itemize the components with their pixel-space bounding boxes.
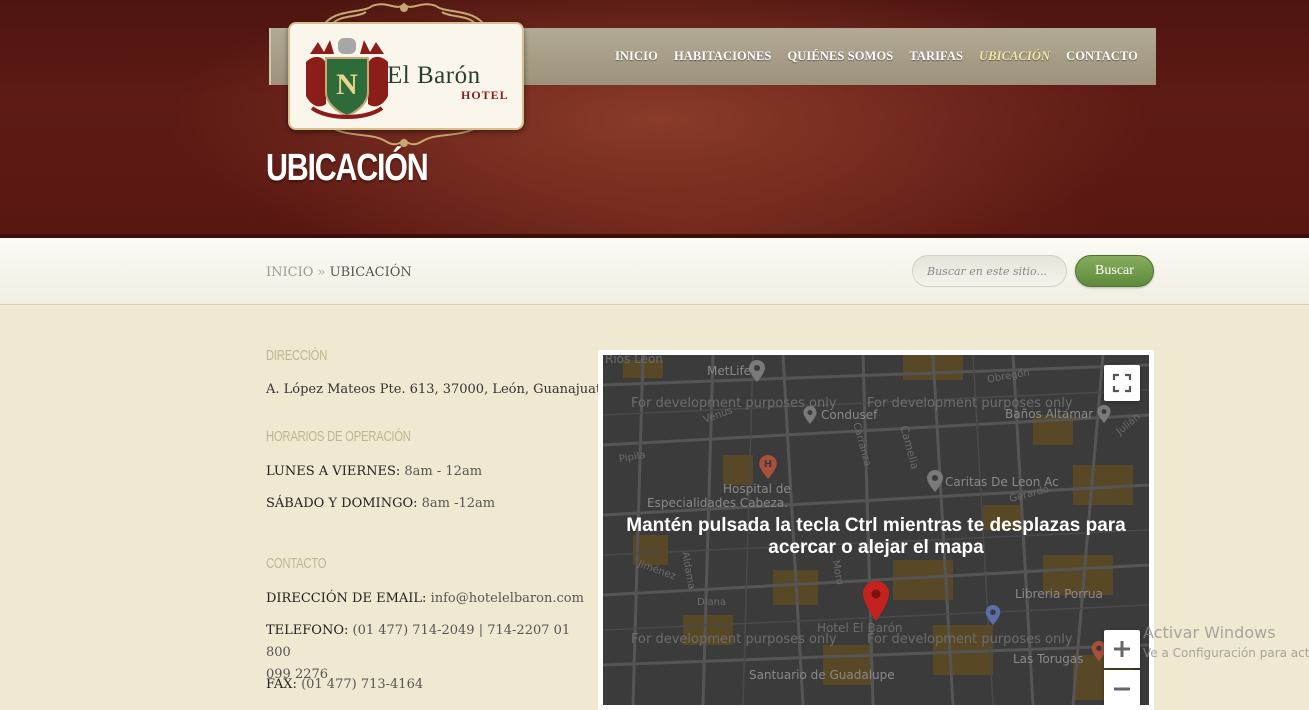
hours-weekday-value: 8am - 12am [404,464,483,479]
zoom-in-button[interactable] [1104,630,1140,668]
address-heading: DIRECCIÓN [266,347,328,364]
map-scroll-hint-line2: acercar o alejar el mapa [768,537,984,558]
logo-subtitle: HOTEL [461,88,509,102]
map-place-libreria: Libreria Porrua [1015,587,1103,601]
contact-heading: CONTACTO [266,555,327,572]
map-dev-watermark: For development purposes only [867,632,1073,647]
nav-item-inicio[interactable]: INICIO [607,49,666,64]
poi-marker-icon[interactable] [927,470,943,492]
hours-weekend: SÁBADO Y DOMINGO: 8am -12am [266,493,495,515]
breadcrumb-bar: INICIO » UBICACIÓN Buscar [0,238,1309,305]
poi-marker-icon[interactable] [1097,405,1111,423]
poi-marker-icon[interactable] [749,360,765,382]
hotel-location-pin-icon[interactable] [863,581,889,621]
map-scroll-hint: Mantén pulsada la tecla Ctrl mientras te… [603,515,1149,559]
nav-item-contacto[interactable]: CONTACTO [1058,49,1146,64]
email-link[interactable]: info@hotelelbaron.com [431,591,584,606]
os-activation-watermark: Activar Windows Ve a Configuración para … [1143,623,1309,660]
map-canvas[interactable]: Ríos Leon MetLife Condusef Baños Altamar… [603,355,1149,705]
map-street-label: Diana [697,597,727,608]
search-button[interactable]: Buscar [1075,255,1154,287]
location-map[interactable]: Ríos Leon MetLife Condusef Baños Altamar… [598,350,1154,710]
breadcrumb-current: UBICACIÓN [329,265,412,280]
contact-fax: FAX: (01 477) 713-4164 [266,674,423,696]
nav-item-quienes-somos[interactable]: QUIÉNES SOMOS [779,49,901,64]
fullscreen-button[interactable] [1104,365,1140,401]
map-place-hospital: Hospital de [723,482,791,496]
hospital-marker-icon[interactable]: H [759,455,777,479]
site-header: INICIO HABITACIONES QUIÉNES SOMOS TARIFA… [0,0,1309,238]
page-title: UBICACIÓN [266,147,429,189]
hours-weekday: LUNES A VIERNES: 8am - 12am [266,461,482,483]
map-street-label: Ríos Leon [605,355,663,366]
crest-icon: N [306,38,388,119]
nav-menu: INICIO HABITACIONES QUIÉNES SOMOS TARIFA… [607,28,1146,85]
os-watermark-subtitle: Ve a Configuración para act [1143,646,1309,660]
nav-item-tarifas[interactable]: TARIFAS [901,49,971,64]
search-input[interactable] [912,255,1067,287]
hours-weekday-label: LUNES A VIERNES: [266,464,401,479]
contact-email: DIRECCIÓN DE EMAIL: info@hotelelbaron.co… [266,588,584,610]
map-place-tortugas: Las Torugas [1013,652,1084,666]
fax-value: (01 477) 713-4164 [301,677,424,692]
fullscreen-icon [1112,373,1132,393]
hours-weekend-value: 8am -12am [421,496,496,511]
fax-label: FAX: [266,677,297,692]
hours-weekend-label: SÁBADO Y DOMINGO: [266,496,418,511]
phone-label: TELEFONO: [266,623,349,638]
breadcrumb: INICIO » UBICACIÓN [266,265,412,280]
breadcrumb-home-link[interactable]: INICIO [266,265,313,280]
logo-name: El Barón [387,62,481,89]
nav-item-ubicacion[interactable]: UBICACIÓN [971,49,1058,64]
plus-icon [1114,641,1130,657]
hours-heading: HORARIOS DE OPERACIÓN [266,428,411,445]
map-place-santuario: Santuario de Guadalupe [749,668,895,682]
map-dev-watermark: For development purposes only [631,632,837,647]
map-scroll-hint-line1: Mantén pulsada la tecla Ctrl mientras te… [626,515,1126,536]
svg-text:H: H [764,459,772,470]
breadcrumb-separator: » [317,265,326,280]
nav-item-habitaciones[interactable]: HABITACIONES [666,49,780,64]
address-text: A. López Mateos Pte. 613, 37000, León, G… [266,382,613,397]
os-watermark-title: Activar Windows [1143,623,1276,642]
crest-letter: N [336,68,358,101]
poi-marker-icon[interactable] [803,406,817,424]
email-label: DIRECCIÓN DE EMAIL: [266,591,427,606]
map-place-hospital-2: Especialidades Cabeza. [647,496,789,510]
bookstore-marker-icon[interactable] [985,605,1001,625]
site-logo[interactable]: N El Barón HOTEL [282,0,527,150]
logo-card: N El Barón HOTEL [288,22,524,130]
map-dev-watermark: For development purposes only [867,396,1073,411]
map-place-metlife: MetLife [707,364,752,378]
